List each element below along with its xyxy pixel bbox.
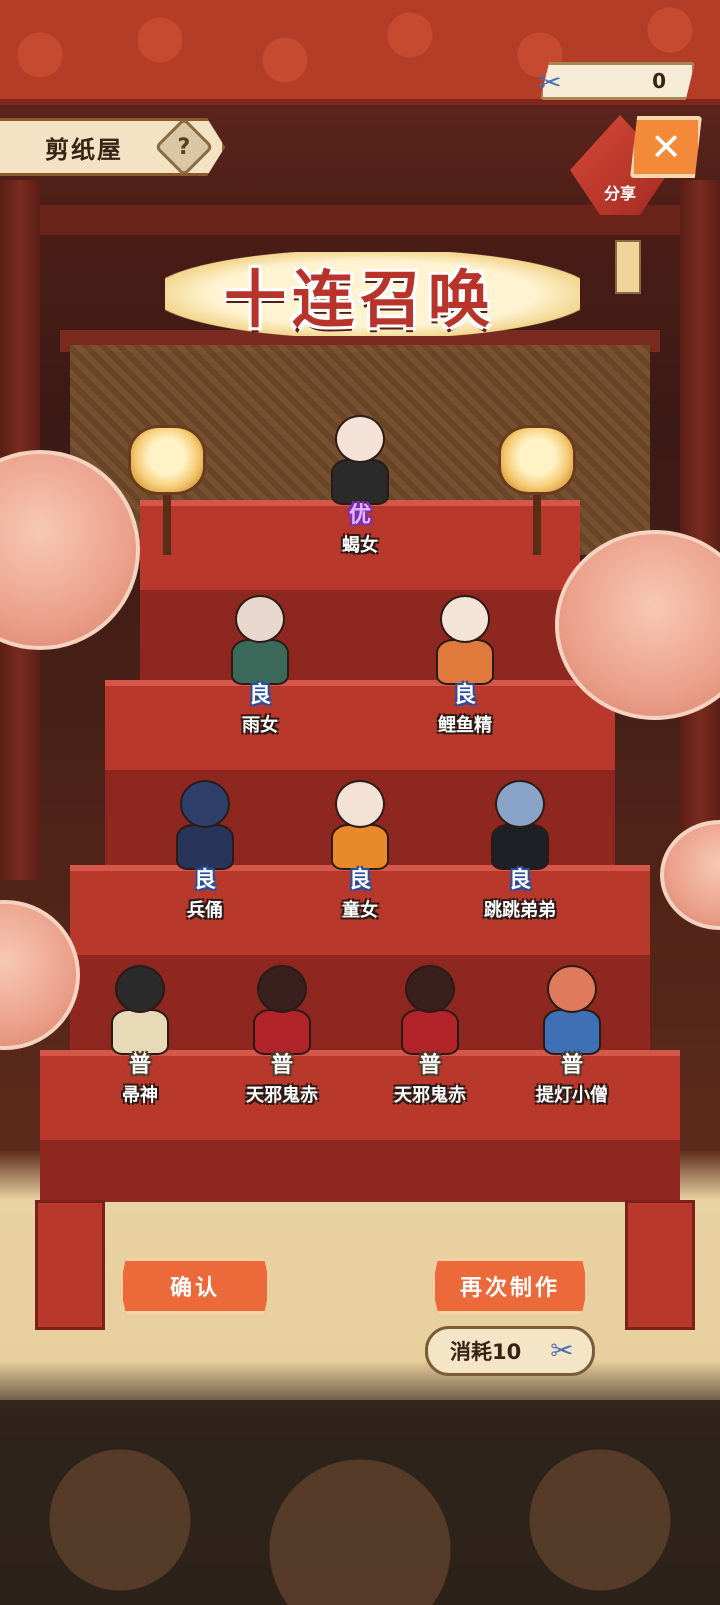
character-card[interactable]: 良 鲤鱼精 [405, 595, 525, 737]
summon-scene: 剪纸屋 ? 0 ✂ 分享 ✕ 十连召唤 优 蝎女 良 雨女 良 鲤鱼精 良 兵俑… [0, 0, 720, 1605]
lantern [128, 425, 206, 495]
character-card[interactable]: 普 提灯小僧 [512, 965, 632, 1107]
character-card[interactable]: 普 天邪鬼赤 [222, 965, 342, 1107]
rarity-badge: 良 [453, 683, 476, 708]
close-button[interactable]: ✕ [630, 116, 702, 178]
character-card[interactable]: 优 蝎女 [300, 415, 420, 557]
rarity-badge: 良 [508, 868, 531, 893]
character-figure [317, 415, 403, 507]
rarity-badge: 普 [128, 1053, 151, 1078]
character-name: 帚神 [122, 1085, 158, 1106]
question-icon: ? [177, 134, 191, 160]
rarity-badge: 良 [248, 683, 271, 708]
summon-title: 十连召唤 [223, 263, 496, 336]
side-rail [35, 1200, 105, 1330]
character-figure [217, 595, 303, 687]
character-name: 兵俑 [187, 900, 223, 921]
character-name: 鲤鱼精 [438, 715, 492, 736]
character-name: 天邪鬼赤 [394, 1085, 466, 1106]
currency-value: 0 [652, 69, 666, 93]
stair-step [105, 680, 615, 775]
floor-decoration [0, 1400, 720, 1605]
rarity-badge: 良 [193, 868, 216, 893]
character-card[interactable]: 普 天邪鬼赤 [370, 965, 490, 1107]
lantern [498, 425, 576, 495]
character-figure [317, 780, 403, 872]
character-name: 跳跳弟弟 [484, 900, 556, 921]
character-name: 提灯小僧 [536, 1085, 608, 1106]
lantern-post [533, 495, 541, 555]
character-figure [529, 965, 615, 1057]
rarity-badge: 普 [560, 1053, 583, 1078]
sakura-cloud [660, 820, 720, 930]
character-card[interactable]: 普 帚神 [80, 965, 200, 1107]
character-card[interactable]: 良 跳跳弟弟 [460, 780, 580, 922]
rarity-badge: 良 [348, 868, 371, 893]
character-name: 雨女 [242, 715, 278, 736]
rarity-badge: 优 [348, 503, 371, 528]
character-name: 天邪鬼赤 [246, 1085, 318, 1106]
character-name: 童女 [342, 900, 378, 921]
character-card[interactable]: 良 雨女 [200, 595, 320, 737]
character-figure [422, 595, 508, 687]
confirm-button[interactable]: 确认 [120, 1258, 270, 1314]
shop-title: 剪纸屋 [45, 135, 123, 164]
pillar [680, 180, 720, 880]
paper-doll-icon: ✂ [538, 65, 562, 99]
rarity-badge: 普 [418, 1053, 441, 1078]
rarity-badge: 普 [270, 1053, 293, 1078]
lantern-post [163, 495, 171, 555]
paper-doll-icon: ✂ [550, 1333, 574, 1367]
character-figure [162, 780, 248, 872]
share-tag [615, 240, 641, 294]
character-figure [477, 780, 563, 872]
cost-label: 消耗10 [450, 1340, 522, 1364]
character-figure [387, 965, 473, 1057]
share-button-label[interactable]: 分享 [604, 180, 636, 204]
character-name: 蝎女 [342, 535, 378, 556]
character-card[interactable]: 良 童女 [300, 780, 420, 922]
summon-again-button[interactable]: 再次制作 [432, 1258, 588, 1314]
stair-riser [40, 1140, 680, 1202]
side-rail [625, 1200, 695, 1330]
close-icon: ✕ [650, 125, 682, 169]
character-figure [97, 965, 183, 1057]
sakura-cloud [0, 900, 80, 1050]
character-figure [239, 965, 325, 1057]
character-card[interactable]: 良 兵俑 [145, 780, 265, 922]
